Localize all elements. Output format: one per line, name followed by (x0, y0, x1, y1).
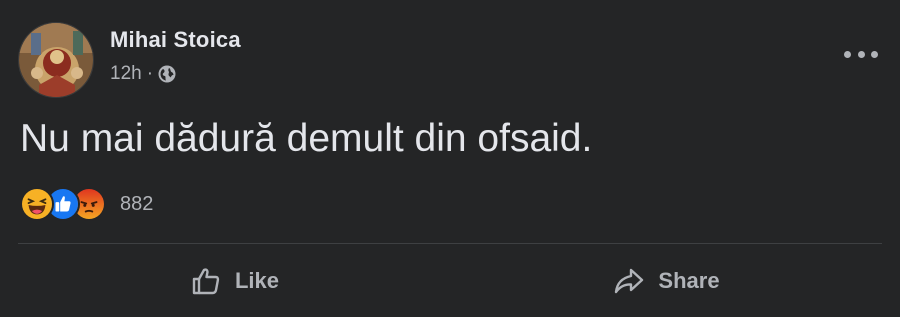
reactions-summary[interactable]: 882 (20, 186, 153, 222)
share-button[interactable]: Share (450, 255, 882, 307)
post-timestamp[interactable]: 12h (110, 63, 142, 85)
share-arrow-icon (612, 264, 646, 298)
reaction-count[interactable]: 882 (120, 193, 153, 216)
post-card: Mihai Stoica 12h · Nu mai dădură demult … (0, 0, 900, 317)
haha-reaction-icon (20, 187, 54, 221)
post-text: Nu mai dădură demult din ofsaid. (20, 117, 593, 160)
more-options-icon[interactable] (844, 44, 878, 64)
thumbs-up-icon (189, 264, 223, 298)
like-button[interactable]: Like (18, 255, 450, 307)
post-meta: 12h · (110, 62, 177, 86)
more-dot (844, 50, 851, 58)
like-label: Like (234, 268, 280, 293)
globe-icon[interactable] (157, 64, 177, 84)
meta-separator: · (146, 63, 154, 84)
more-dot (871, 50, 878, 58)
actions-divider (18, 243, 882, 244)
author-name[interactable]: Mihai Stoica (110, 27, 241, 53)
action-bar: Like Share (18, 255, 882, 307)
more-dot (857, 50, 865, 58)
author-avatar[interactable] (18, 22, 94, 98)
share-label: Share (658, 268, 720, 293)
